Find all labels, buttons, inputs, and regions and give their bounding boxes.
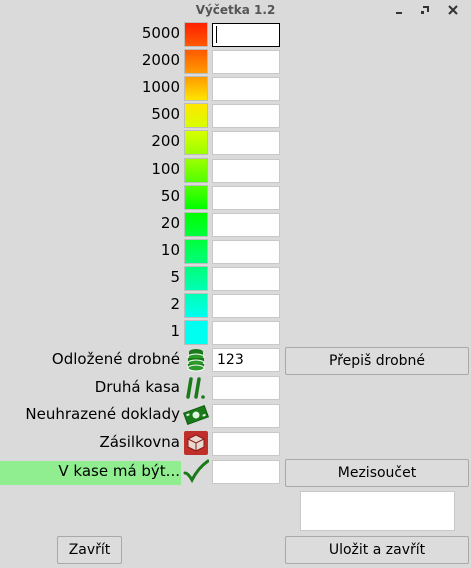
denomination-label: 100 [151,160,180,178]
denomination-label: 10 [160,241,180,259]
denomination-label: 500 [151,105,180,123]
denomination-input[interactable] [212,131,280,155]
denomination-input[interactable] [212,77,280,101]
minimize-icon [396,12,402,14]
denomination-input[interactable] [212,159,280,183]
zavrit-button[interactable]: Zavřít [57,536,122,564]
zasilkovna-input[interactable] [212,432,280,456]
denomination-input[interactable] [212,240,280,264]
denomination-label: 1000 [141,78,180,96]
ulozit-a-zavrit-button[interactable]: Uložit a zavřít [285,536,469,564]
denomination-label: 50 [160,187,180,205]
denomination-color-swatch [184,103,208,128]
close-icon [448,5,458,15]
denomination-input[interactable] [212,23,280,47]
denomination-label: 2000 [141,51,180,69]
note-field[interactable] [300,491,455,531]
denomination-color-swatch [184,49,208,74]
denomination-color-swatch [184,239,208,264]
title-bar: Výčetka 1.2 [0,0,471,22]
denomination-input[interactable] [212,213,280,237]
denomination-input[interactable] [212,294,280,318]
zasilkovna-label: Zásilkovna [99,433,180,451]
denomination-label: 5000 [141,24,180,42]
denomination-input[interactable] [212,321,280,345]
denomination-color-swatch [184,212,208,237]
denomination-color-swatch [184,185,208,210]
denomination-color-swatch [184,22,208,47]
close-button[interactable] [445,2,461,18]
text-caret [216,26,217,43]
odlozene-drobne-label: Odložené drobné [51,350,180,368]
minimize-button[interactable] [392,2,408,18]
prepis-drobne-button[interactable]: Přepiš drobné [285,347,469,375]
denomination-label: 1 [170,322,180,340]
denomination-color-swatch [184,158,208,183]
package-icon [183,430,209,456]
coins-icon [183,347,209,373]
denomination-color-swatch [184,293,208,318]
denomination-color-swatch [184,266,208,291]
denomination-input[interactable] [212,186,280,210]
maximize-button[interactable] [417,2,433,18]
denomination-label: 5 [170,268,180,286]
checkmark-icon [183,458,209,484]
denomination-label: 2 [170,295,180,313]
denomination-input[interactable] [212,104,280,128]
denomination-color-swatch [184,130,208,155]
neuhrazene-doklady-input[interactable] [212,404,280,428]
druha-kasa-input[interactable] [212,376,280,400]
roman-two-icon [183,375,209,401]
denomination-color-swatch [184,76,208,101]
denomination-label: 20 [160,214,180,232]
druha-kasa-label: Druhá kasa [94,378,180,396]
denomination-input[interactable] [212,267,280,291]
v-kase-label: V kase má být... [58,462,180,480]
mezisoucet-button[interactable]: Mezisoučet [285,459,469,487]
odlozene-drobne-input[interactable] [212,348,280,372]
denomination-label: 200 [151,132,180,150]
denomination-color-swatch [184,320,208,345]
neuhrazene-doklady-label: Neuhrazené doklady [25,405,180,423]
v-kase-input[interactable] [212,460,280,484]
denomination-input[interactable] [212,50,280,74]
money-bill-icon [183,402,209,428]
maximize-icon [421,6,429,14]
